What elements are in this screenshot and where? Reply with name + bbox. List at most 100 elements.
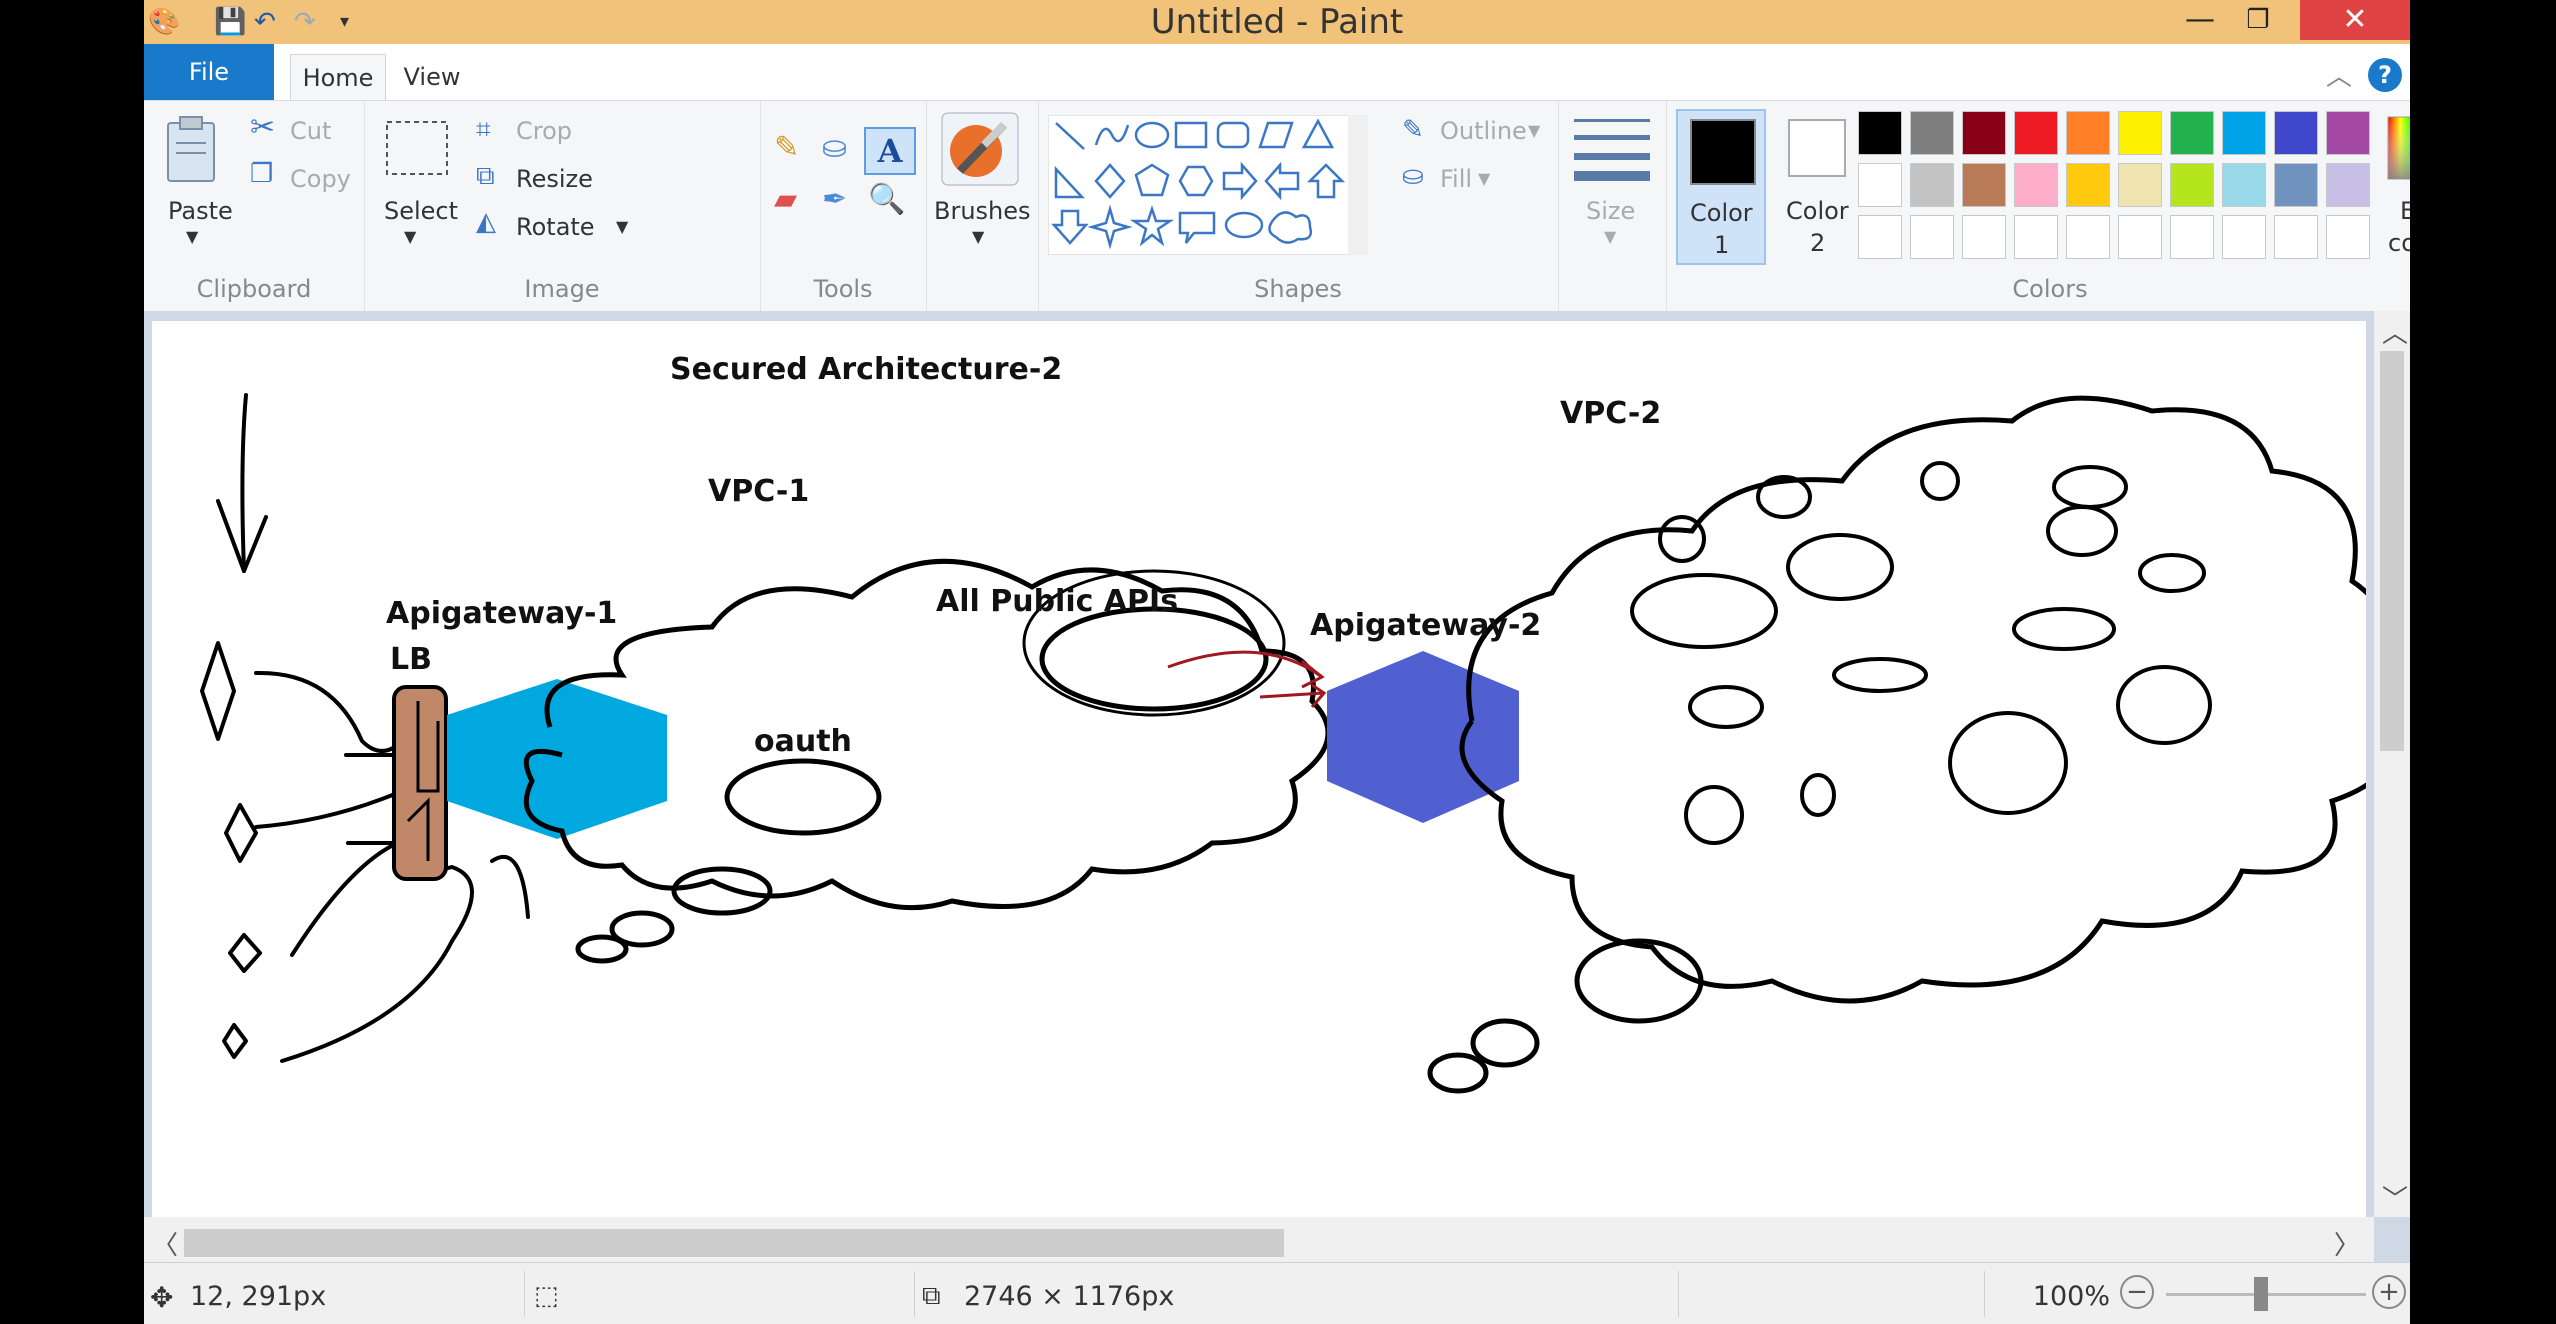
scroll-down-icon[interactable]: ﹀ xyxy=(2382,1179,2408,1216)
vertical-scrollbar[interactable]: ︿ ﹀ xyxy=(2374,311,2410,1217)
drawing-canvas[interactable]: Secured Architecture-2 VPC-1 VPC-2 Apiga… xyxy=(152,321,2366,1226)
custom-color-slot[interactable] xyxy=(2326,215,2370,259)
vertical-scroll-thumb[interactable] xyxy=(2380,351,2404,751)
custom-color-slot[interactable] xyxy=(2274,215,2318,259)
custom-color-slot[interactable] xyxy=(1858,215,1902,259)
custom-color-slot[interactable] xyxy=(1962,215,2006,259)
palette-swatch[interactable] xyxy=(1858,163,1902,207)
restore-button[interactable]: ❐ xyxy=(2224,0,2292,40)
scroll-right-icon[interactable]: 〉 xyxy=(2334,1225,2360,1262)
select-dropdown-icon[interactable]: ▼ xyxy=(404,227,416,246)
ribbon-tabs: File Home View ︿ ? xyxy=(144,44,2410,101)
shapes-label: Shapes xyxy=(1254,275,1342,303)
zoom-in-icon[interactable]: + xyxy=(2372,1275,2406,1309)
rotate-button[interactable]: Rotate xyxy=(516,213,595,241)
scroll-left-icon[interactable]: 〈 xyxy=(152,1225,178,1262)
zoom-slider-thumb[interactable] xyxy=(2254,1277,2268,1311)
select-button[interactable]: Select xyxy=(384,197,458,225)
palette-swatch[interactable] xyxy=(1962,111,2006,155)
custom-color-slot[interactable] xyxy=(2118,215,2162,259)
size-icon[interactable] xyxy=(1574,115,1650,185)
palette-swatch[interactable] xyxy=(1858,111,1902,155)
custom-color-slot[interactable] xyxy=(2222,215,2266,259)
palette-swatch[interactable] xyxy=(2326,163,2370,207)
tab-home[interactable]: Home xyxy=(290,54,386,101)
brushes-icon[interactable] xyxy=(940,111,1020,187)
ribbon: Paste ▼ ✂ Cut ❐ Copy Clipboard Select ▼ … xyxy=(144,100,2410,312)
size-dropdown-icon[interactable]: ▼ xyxy=(1604,227,1616,246)
palette-swatch[interactable] xyxy=(2014,111,2058,155)
close-button[interactable]: ✕ xyxy=(2300,0,2410,40)
custom-color-slot[interactable] xyxy=(1910,215,1954,259)
cut-button[interactable]: Cut xyxy=(290,117,331,145)
palette-swatch[interactable] xyxy=(2118,163,2162,207)
help-icon[interactable]: ? xyxy=(2368,58,2402,92)
palette-swatch[interactable] xyxy=(2066,163,2110,207)
image-group: Select ▼ ⌗ Crop ⧉ Resize ◭ Rotate ▼ Imag… xyxy=(364,101,761,311)
image-label: Image xyxy=(524,275,600,303)
brushes-group: Brushes ▼ xyxy=(926,101,1039,311)
paste-icon[interactable] xyxy=(164,115,222,185)
horizontal-scrollbar[interactable]: 〈 〉 xyxy=(144,1217,2374,1267)
paste-dropdown-icon[interactable]: ▼ xyxy=(186,227,198,246)
rotate-dropdown-icon[interactable]: ▼ xyxy=(616,217,628,236)
fill-bucket-icon[interactable]: ⛀ xyxy=(822,131,847,165)
palette-swatch[interactable] xyxy=(2274,111,2318,155)
text-tool-icon[interactable]: A xyxy=(864,127,916,175)
edit-colors-label-2[interactable]: colors xyxy=(2388,229,2410,257)
color-palette xyxy=(1858,111,2378,271)
crop-button[interactable]: Crop xyxy=(516,117,572,145)
palette-swatch[interactable] xyxy=(1910,163,1954,207)
resize-button[interactable]: Resize xyxy=(516,165,593,193)
palette-swatch[interactable] xyxy=(2066,111,2110,155)
tools-group: ✎ ⛀ A ▰ ✒ 🔍 Tools xyxy=(760,101,927,311)
rotate-icon: ◭ xyxy=(476,207,496,237)
eraser-icon[interactable]: ▰ xyxy=(774,183,797,217)
clipboard-label: Clipboard xyxy=(196,275,312,303)
collapse-ribbon-icon[interactable]: ︿ xyxy=(2326,56,2352,93)
zoom-level: 100% xyxy=(2032,1281,2110,1312)
color2-button[interactable]: Color 2 xyxy=(1774,109,1864,265)
size-button[interactable]: Size xyxy=(1586,197,1635,225)
palette-swatch[interactable] xyxy=(2222,163,2266,207)
custom-color-slot[interactable] xyxy=(2014,215,2058,259)
brushes-dropdown-icon[interactable]: ▼ xyxy=(972,227,984,246)
palette-swatch[interactable] xyxy=(2170,111,2214,155)
palette-swatch[interactable] xyxy=(2014,163,2058,207)
palette-swatch[interactable] xyxy=(2274,163,2318,207)
canvas-size-icon: ⧉ xyxy=(922,1281,941,1311)
pencil-icon[interactable]: ✎ xyxy=(774,131,799,165)
shapes-gallery[interactable] xyxy=(1048,115,1368,255)
custom-color-slot[interactable] xyxy=(2170,215,2214,259)
outline-dropdown-icon[interactable]: ▼ xyxy=(1528,121,1540,140)
scroll-up-icon[interactable]: ︿ xyxy=(2382,313,2408,350)
custom-color-slot[interactable] xyxy=(2066,215,2110,259)
color1-swatch xyxy=(1690,119,1756,185)
color1-button[interactable]: Color 1 xyxy=(1676,109,1766,265)
horizontal-scroll-thumb[interactable] xyxy=(184,1229,1284,1257)
fill-dropdown-icon[interactable]: ▼ xyxy=(1478,169,1490,188)
brushes-button[interactable]: Brushes xyxy=(934,197,1031,225)
select-icon[interactable] xyxy=(384,119,450,179)
client-line-3 xyxy=(290,839,404,957)
edit-colors-icon[interactable] xyxy=(2386,115,2410,181)
tab-file[interactable]: File xyxy=(144,44,274,100)
edit-colors-label-1[interactable]: Edit xyxy=(2400,197,2410,225)
zoom-out-icon[interactable]: − xyxy=(2120,1275,2154,1309)
palette-swatch[interactable] xyxy=(1910,111,1954,155)
tab-view[interactable]: View xyxy=(392,54,472,100)
outline-button[interactable]: Outline xyxy=(1440,117,1527,145)
user-arrow-shaft xyxy=(240,393,248,573)
copy-button[interactable]: Copy xyxy=(290,165,351,193)
fill-button[interactable]: Fill xyxy=(1440,165,1472,193)
palette-swatch[interactable] xyxy=(2118,111,2162,155)
client-line-1 xyxy=(254,670,404,753)
palette-swatch[interactable] xyxy=(2326,111,2370,155)
paste-button[interactable]: Paste xyxy=(168,197,233,225)
color-picker-icon[interactable]: ✒ xyxy=(822,183,847,217)
palette-swatch[interactable] xyxy=(2170,163,2214,207)
magnifier-icon[interactable]: 🔍 xyxy=(868,183,905,217)
clipboard-group: Paste ▼ ✂ Cut ❐ Copy Clipboard xyxy=(144,101,365,311)
palette-swatch[interactable] xyxy=(2222,111,2266,155)
palette-swatch[interactable] xyxy=(1962,163,2006,207)
